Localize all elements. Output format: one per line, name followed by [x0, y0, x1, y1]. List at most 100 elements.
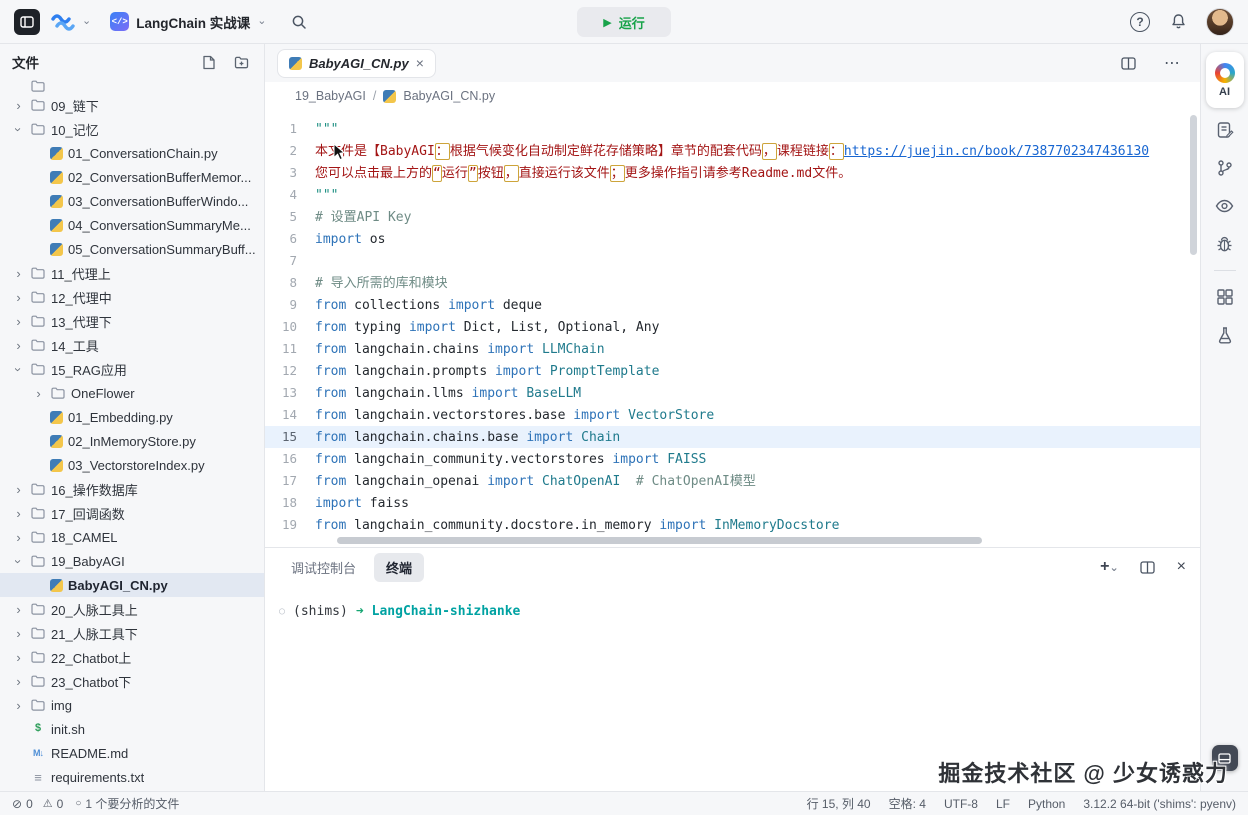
code-line[interactable]: 17from langchain_openai import ChatOpenA…	[265, 470, 1200, 492]
tree-folder-item[interactable]: ›19_BabyAGI	[0, 549, 264, 573]
tree-folder-item[interactable]: ›13_代理下	[0, 309, 264, 333]
code-line[interactable]: 9from collections import deque	[265, 294, 1200, 316]
vertical-scrollbar[interactable]	[1190, 115, 1197, 255]
play-icon: ▶	[603, 16, 611, 29]
new-file-button[interactable]	[198, 51, 220, 73]
tree-folder-item[interactable]: ›11_代理上	[0, 261, 264, 285]
terminal[interactable]: ○ (shims) ➜ LangChain-shizhanke	[265, 586, 1200, 791]
split-editor-button[interactable]	[1114, 49, 1142, 77]
tree-folder-item[interactable]: ›23_Chatbot下	[0, 669, 264, 693]
tab-terminal[interactable]: 终端	[374, 553, 424, 582]
python-file-icon	[383, 90, 396, 103]
split-terminal-button[interactable]	[1134, 553, 1162, 581]
debug-button[interactable]	[1208, 228, 1242, 260]
ide-logo-icon	[50, 12, 78, 32]
tree-file-item[interactable]: $init.sh	[0, 717, 264, 741]
folder-icon	[30, 315, 46, 327]
tree-folder-item[interactable]: ›16_操作数据库	[0, 477, 264, 501]
code-line[interactable]: 6import os	[265, 228, 1200, 250]
ai-assistant-button[interactable]: AI	[1206, 52, 1244, 108]
layout-toggle-button[interactable]	[1212, 745, 1238, 771]
tree-folder-item[interactable]: ›12_代理中	[0, 285, 264, 309]
source-control-button[interactable]	[1208, 152, 1242, 184]
problems-indicator[interactable]: ⊘ 0 ⚠ 0	[12, 797, 63, 811]
help-button[interactable]: ?	[1130, 12, 1150, 32]
top-bar: ⌄ </> LangChain 实战课 ⌄ ▶ 运行 ?	[0, 0, 1248, 44]
tree-folder-item[interactable]: ›10_记忆	[0, 117, 264, 141]
status-item[interactable]: Python	[1028, 797, 1065, 811]
search-button[interactable]	[285, 8, 313, 36]
tree-item-label: 03_ConversationBufferWindo...	[68, 194, 248, 209]
testing-button[interactable]	[1208, 319, 1242, 351]
tree-folder-item[interactable]: ›20_人脉工具上	[0, 597, 264, 621]
status-item[interactable]: 3.12.2 64-bit ('shims': pyenv)	[1083, 797, 1236, 811]
breadcrumb-file[interactable]: BabyAGI_CN.py	[403, 89, 495, 103]
tab-close-icon[interactable]: ×	[416, 56, 424, 70]
new-terminal-button[interactable]: +⌄	[1100, 558, 1119, 576]
tree-folder-item[interactable]: ›14_工具	[0, 333, 264, 357]
code-line[interactable]: 15from langchain.chains.base import Chai…	[265, 426, 1200, 448]
tab-debug-console[interactable]: 调试控制台	[279, 553, 368, 582]
tree-file-item[interactable]: ≡requirements.txt	[0, 765, 264, 789]
code-line[interactable]: 4"""	[265, 184, 1200, 206]
new-folder-button[interactable]	[230, 51, 252, 73]
code-line[interactable]: 11from langchain.chains import LLMChain	[265, 338, 1200, 360]
code-line[interactable]: 14from langchain.vectorstores.base impor…	[265, 404, 1200, 426]
status-item[interactable]: LF	[996, 797, 1010, 811]
user-avatar[interactable]	[1206, 8, 1234, 36]
code-line[interactable]: 3您可以点击最上方的“运行”按钮，直接运行该文件；更多操作指引请参考Readme…	[265, 162, 1200, 184]
analysis-status[interactable]: ○ 1 个要分析的文件	[75, 795, 179, 812]
tree-folder-item[interactable]: ›09_链下	[0, 93, 264, 117]
tree-file-item[interactable]: 01_ConversationChain.py	[0, 141, 264, 165]
code-line[interactable]: 1"""	[265, 118, 1200, 140]
code-line[interactable]: 10from typing import Dict, List, Optiona…	[265, 316, 1200, 338]
line-number: 4	[265, 184, 315, 206]
preview-button[interactable]	[1208, 190, 1242, 222]
tree-folder-item[interactable]: ›15_RAG应用	[0, 357, 264, 381]
app-menu-button[interactable]	[14, 9, 40, 35]
tree-item-label: 21_人脉工具下	[51, 624, 138, 643]
tree-folder-item[interactable]: ›img	[0, 693, 264, 717]
breadcrumb-folder[interactable]: 19_BabyAGI	[295, 89, 366, 103]
tree-file-item[interactable]: 03_ConversationBufferWindo...	[0, 189, 264, 213]
code-line[interactable]: 13from langchain.llms import BaseLLM	[265, 382, 1200, 404]
status-item[interactable]: 空格: 4	[889, 795, 926, 812]
shell-file-icon: $	[30, 723, 46, 735]
code-line[interactable]: 19from langchain_community.docstore.in_m…	[265, 514, 1200, 536]
code-line[interactable]: 18import faiss	[265, 492, 1200, 514]
tree-file-item[interactable]: 05_ConversationSummaryBuff...	[0, 237, 264, 261]
tree-folder-item[interactable]: ›18_CAMEL	[0, 525, 264, 549]
code-line[interactable]: 12from langchain.prompts import PromptTe…	[265, 360, 1200, 382]
close-panel-button[interactable]: ×	[1177, 558, 1186, 576]
tree-file-item[interactable]: 02_InMemoryStore.py	[0, 429, 264, 453]
code-line[interactable]: 7	[265, 250, 1200, 272]
status-item[interactable]: 行 15, 列 40	[807, 795, 871, 812]
code-line[interactable]: 5# 设置API Key	[265, 206, 1200, 228]
code-editor[interactable]: 1"""2本文件是【BabyAGI：根据气候变化自动制定鲜花存储策略】章节的配套…	[265, 110, 1200, 547]
line-number: 7	[265, 250, 315, 272]
run-button[interactable]: ▶ 运行	[577, 7, 671, 37]
code-line[interactable]: 2本文件是【BabyAGI：根据气候变化自动制定鲜花存储策略】章节的配套代码，课…	[265, 140, 1200, 162]
code-line[interactable]: 16from langchain_community.vectorstores …	[265, 448, 1200, 470]
tree-folder-item[interactable]: ›21_人脉工具下	[0, 621, 264, 645]
tree-file-item[interactable]: M↓README.md	[0, 741, 264, 765]
code-line[interactable]: 8# 导入所需的库和模块	[265, 272, 1200, 294]
tree-folder-item[interactable]: ›17_回调函数	[0, 501, 264, 525]
tree-file-item[interactable]: BabyAGI_CN.py	[0, 573, 264, 597]
tree-file-item[interactable]: 04_ConversationSummaryMe...	[0, 213, 264, 237]
horizontal-scrollbar[interactable]	[337, 537, 982, 544]
tree-file-item[interactable]: 02_ConversationBufferMemor...	[0, 165, 264, 189]
tree-folder-item[interactable]: ›OneFlower	[0, 381, 264, 405]
status-item[interactable]: UTF-8	[944, 797, 978, 811]
tree-file-item[interactable]: 03_VectorstoreIndex.py	[0, 453, 264, 477]
editor-tab[interactable]: BabyAGI_CN.py ×	[277, 49, 436, 78]
notifications-button[interactable]	[1164, 8, 1192, 36]
more-actions-button[interactable]: ⋯	[1158, 49, 1186, 77]
extensions-button[interactable]	[1208, 281, 1242, 313]
notes-button[interactable]	[1208, 114, 1242, 146]
tree-file-item[interactable]: 01_Embedding.py	[0, 405, 264, 429]
ide-logo-button[interactable]: ⌄	[50, 12, 91, 32]
project-switcher[interactable]: </> LangChain 实战课 ⌄	[101, 7, 275, 37]
tree-folder-item[interactable]: ›22_Chatbot上	[0, 645, 264, 669]
tree-folder-item[interactable]	[0, 80, 264, 93]
